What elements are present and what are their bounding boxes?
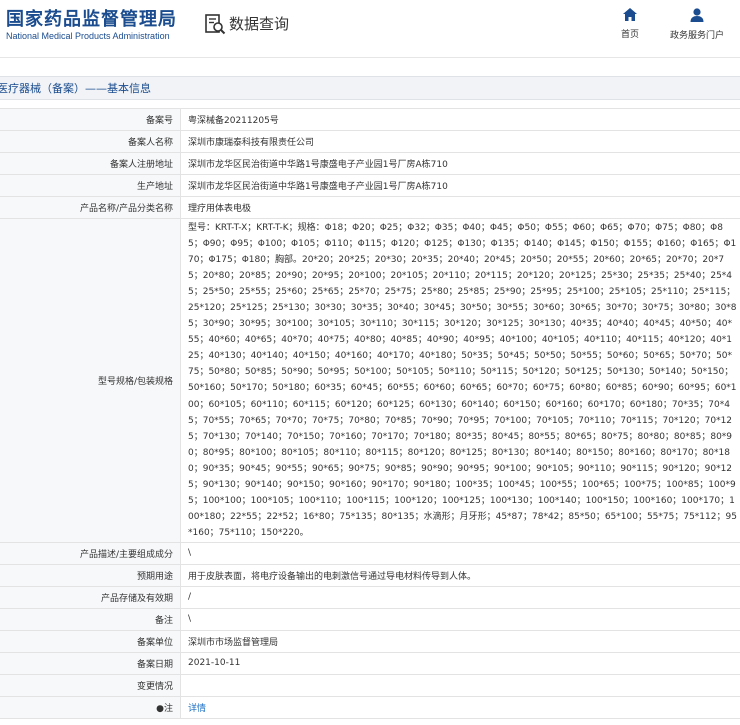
row-value: 2021-10-11 [180,651,740,675]
nav-home[interactable]: 首页 [614,8,646,40]
nav-service-portal-label: 政务服务门户 [669,31,724,41]
section-header: 医疗器械（备案）——基本信息 [0,76,740,100]
row-label: 备案号 [0,108,181,131]
row-label: 备案人名称 [0,130,181,153]
row-label: 预期用途 [0,563,181,587]
user-icon [690,8,704,22]
note-row-label: ●注 [0,695,181,719]
table-row: 产品描述/主要组成成分 \ [0,541,740,565]
row-label: 型号规格/包装规格 [0,218,181,543]
site-logo-cn[interactable]: 国家药品监督管理局 [6,5,177,31]
row-value: 详情 [180,695,740,719]
table-row: 备案号 粤深械备20211205号 [0,108,740,131]
row-value: 深圳市康瑞泰科技有限责任公司 [180,130,740,153]
row-label: 备案单位 [0,629,181,653]
table-row: 备案日期 2021-10-11 [0,651,740,675]
row-label: 产品存储及有效期 [0,585,181,609]
row-value [180,673,740,697]
site-header: 国家药品监督管理局 National Medical Products Admi… [0,0,740,58]
row-value: / [180,585,740,609]
page-title: 数据查询 [229,15,290,33]
table-row: 备案单位 深圳市市场监督管理局 [0,629,740,653]
table-row: 产品存储及有效期 / [0,585,740,609]
table-row: ●注 详情 [0,695,740,719]
table-row: 预期用途 用于皮肤表面，将电疗设备输出的电刺激信号通过导电材料传导到人体。 [0,563,740,587]
home-icon [623,8,637,21]
row-value: 用于皮肤表面，将电疗设备输出的电刺激信号通过导电材料传导到人体。 [180,563,740,587]
row-label: 产品名称/产品分类名称 [0,196,181,219]
details-link[interactable]: 详情 [188,704,206,714]
site-logo-en: National Medical Products Administration [6,31,170,41]
row-label: 备案日期 [0,651,181,675]
section-title: 医疗器械（备案）——基本信息 [0,82,151,95]
row-value: 理疗用体表电极 [180,196,740,219]
table-row: 备案人注册地址 深圳市龙华区民治街道中华路1号康盛电子产业园1号厂房A栋710 [0,152,740,175]
row-label: 备案人注册地址 [0,152,181,175]
table-row: 型号规格/包装规格 型号：KRT-T-X；KRT-T-K；规格：Φ18；Φ20；… [0,218,740,543]
basic-info-table: 备案号 粤深械备20211205号 备案人名称 深圳市康瑞泰科技有限责任公司 备… [0,108,740,719]
table-row: 生产地址 深圳市龙华区民治街道中华路1号康盛电子产业园1号厂房A栋710 [0,174,740,197]
document-search-icon [205,14,226,35]
row-label: 变更情况 [0,673,181,697]
row-label: 备注 [0,607,181,631]
pin-icon: ● [156,703,164,714]
table-row: 备案人名称 深圳市康瑞泰科技有限责任公司 [0,130,740,153]
nav-service-portal[interactable]: 政务服务门户 [664,8,730,41]
nav-home-label: 首页 [620,30,639,40]
row-value: \ [180,607,740,631]
row-value: \ [180,541,740,565]
row-value: 粤深械备20211205号 [180,108,740,131]
row-value: 深圳市龙华区民治街道中华路1号康盛电子产业园1号厂房A栋710 [180,174,740,197]
table-row: 备注 \ [0,607,740,631]
row-value: 型号：KRT-T-X；KRT-T-K；规格：Φ18；Φ20；Φ25；Φ32；Φ3… [180,218,740,543]
row-label: 产品描述/主要组成成分 [0,541,181,565]
table-row: 产品名称/产品分类名称 理疗用体表电极 [0,196,740,219]
row-value: 深圳市龙华区民治街道中华路1号康盛电子产业园1号厂房A栋710 [180,152,740,175]
table-row: 变更情况 [0,673,740,697]
row-value: 深圳市市场监督管理局 [180,629,740,653]
note-label: 注 [163,703,173,714]
row-label: 生产地址 [0,174,181,197]
